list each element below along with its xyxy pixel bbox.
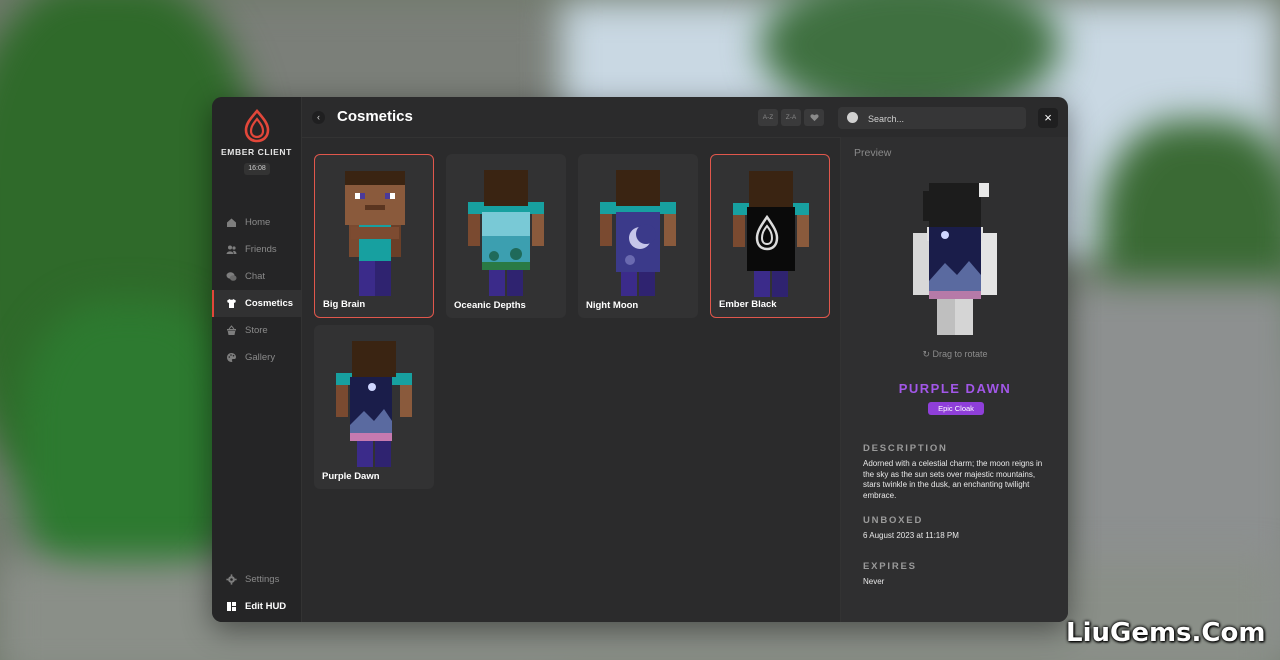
layout-icon — [226, 601, 237, 612]
rarity-badge: Epic Cloak — [928, 402, 984, 415]
expires-label: EXPIRES — [863, 561, 917, 572]
heart-icon — [809, 114, 819, 122]
favorites-filter-button[interactable] — [804, 109, 824, 126]
sidebar: EMBER CLIENT 16:08 Home Friends Chat Cos… — [212, 97, 302, 622]
sidebar-item-settings[interactable]: Settings — [212, 566, 301, 593]
sidebar-item-chat[interactable]: Chat — [212, 263, 301, 290]
skin-figure-ember-black — [733, 171, 809, 297]
sidebar-item-label: Friends — [245, 244, 277, 255]
description-label: DESCRIPTION — [863, 443, 948, 454]
sidebar-item-label: Settings — [245, 574, 280, 585]
search-box — [838, 107, 1026, 129]
sidebar-nav: Home Friends Chat Cosmetics Store Galler… — [212, 209, 301, 371]
sidebar-item-label: Chat — [245, 271, 266, 282]
search-input[interactable] — [866, 110, 1020, 128]
gear-icon — [226, 574, 237, 585]
sidebar-item-edit-hud[interactable]: Edit HUD — [212, 593, 301, 620]
search-icon — [847, 112, 858, 123]
skin-figure-big-brain — [345, 171, 405, 296]
skin-figure-oceanic-depths — [468, 170, 544, 296]
cosmetic-card-label: Big Brain — [323, 299, 366, 310]
description-text: Adorned with a celestial charm; the moon… — [863, 459, 1043, 500]
watermark: LiuGems.Com — [1066, 618, 1266, 648]
sidebar-item-label: Home — [245, 217, 271, 228]
header: ‹ Cosmetics A-Z Z-A × — [302, 97, 1068, 138]
sidebar-item-label: Gallery — [245, 352, 276, 363]
expires-value: Never — [863, 577, 885, 586]
sidebar-item-friends[interactable]: Friends — [212, 236, 301, 263]
sidebar-item-store[interactable]: Store — [212, 317, 301, 344]
ember-logo-icon — [244, 109, 270, 143]
rotate-icon: ↻ — [922, 349, 933, 359]
sort-az-button[interactable]: A-Z — [758, 109, 778, 126]
cosmetic-card-label: Night Moon — [586, 300, 639, 311]
sidebar-bottom: Settings Edit HUD — [212, 566, 301, 620]
sidebar-item-label: Cosmetics — [245, 298, 294, 309]
sidebar-item-home[interactable]: Home — [212, 209, 301, 236]
unboxed-date: 6 August 2023 at 11:18 PM — [863, 531, 959, 540]
clock: 16:08 — [244, 163, 270, 175]
sidebar-item-label: Edit HUD — [245, 601, 287, 612]
palette-icon — [226, 352, 237, 363]
unboxed-label: UNBOXED — [863, 515, 924, 526]
cosmetic-card-label: Purple Dawn — [322, 471, 380, 482]
brand-name: EMBER CLIENT — [221, 147, 292, 157]
cosmetic-card-label: Oceanic Depths — [454, 300, 526, 311]
sort-za-button[interactable]: Z-A — [781, 109, 801, 126]
cosmetic-card-big-brain[interactable]: Big Brain — [314, 154, 434, 318]
preview-heading: Preview — [854, 147, 892, 159]
cosmetic-card-label: Ember Black — [719, 299, 777, 310]
sidebar-item-label: Store — [245, 325, 268, 336]
cosmetic-card-purple-dawn[interactable]: Purple Dawn — [314, 325, 434, 489]
cosmetics-grid: Big Brain Oceanic Depths Night Moon Embe… — [314, 154, 838, 494]
drag-to-rotate-hint: ↻ Drag to rotate — [922, 349, 988, 359]
cosmetic-card-oceanic-depths[interactable]: Oceanic Depths — [446, 154, 566, 318]
sort-controls: A-Z Z-A — [758, 109, 824, 126]
close-button[interactable]: × — [1038, 108, 1058, 128]
cosmetic-name: PURPLE DAWN — [898, 381, 1012, 396]
back-button[interactable]: ‹ — [312, 111, 325, 124]
chat-icon — [226, 271, 237, 282]
page-title: Cosmetics — [337, 108, 413, 125]
sidebar-item-gallery[interactable]: Gallery — [212, 344, 301, 371]
friends-icon — [226, 244, 237, 255]
preview-panel: Preview ↻ Drag to rotate PURPLE DAWN Epi… — [840, 137, 1068, 622]
shirt-icon — [226, 298, 237, 309]
sidebar-item-cosmetics[interactable]: Cosmetics — [212, 290, 301, 317]
preview-skin-model[interactable] — [893, 177, 1017, 347]
basket-icon — [226, 325, 237, 336]
chevron-left-icon: ‹ — [317, 112, 320, 122]
cosmetic-card-night-moon[interactable]: Night Moon — [578, 154, 698, 318]
cosmetics-window: EMBER CLIENT 16:08 Home Friends Chat Cos… — [212, 97, 1068, 622]
cosmetic-card-ember-black[interactable]: Ember Black — [710, 154, 830, 318]
skin-figure-night-moon — [600, 170, 676, 296]
skin-figure-purple-dawn — [336, 341, 412, 467]
close-icon: × — [1044, 110, 1052, 125]
home-icon — [226, 217, 237, 228]
